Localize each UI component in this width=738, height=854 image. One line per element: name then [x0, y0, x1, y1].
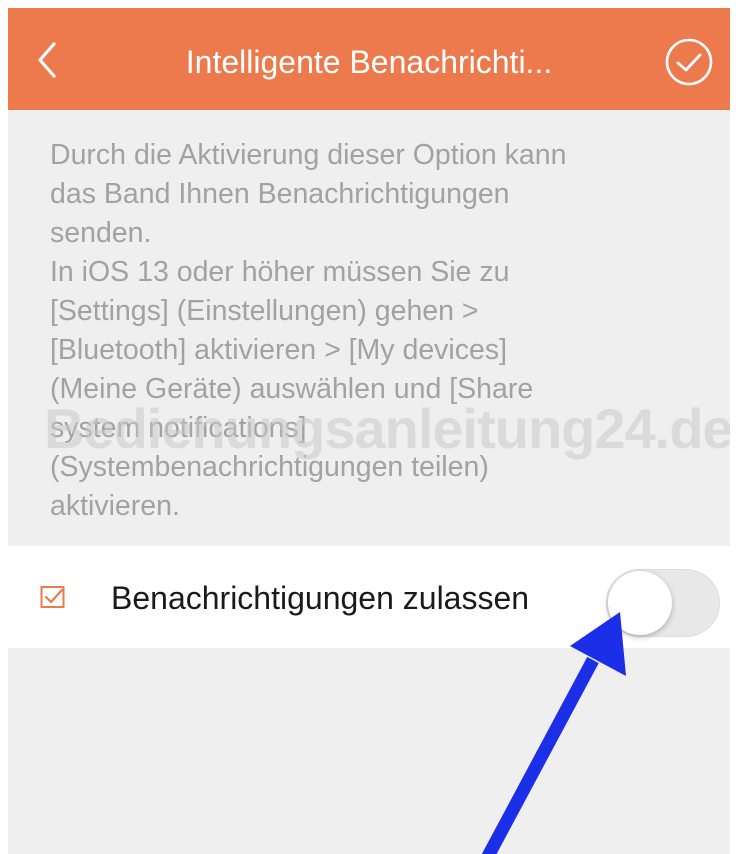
- notifications-toggle[interactable]: [606, 569, 720, 637]
- description-text: Durch die Aktivierung dieser Option kann…: [50, 136, 710, 526]
- description-line: [Bluetooth] aktivieren > [My devices]: [50, 334, 508, 366]
- checkbox-icon: [40, 586, 65, 608]
- back-button[interactable]: [28, 38, 68, 82]
- watermark: Bedienungsanleitung24.de: [44, 397, 730, 460]
- description-line: Durch die Aktivierung dieser Option kann: [50, 139, 567, 171]
- navigation-bar: Intelligente Benachrichti...: [8, 8, 730, 110]
- check-circle-icon: [665, 38, 713, 86]
- description-line: das Band Ihnen Benachrichtigungen: [50, 178, 510, 210]
- page-title: Intelligente Benachrichti...: [185, 44, 553, 80]
- description-line: In iOS 13 oder höher müssen Sie zu: [50, 256, 510, 288]
- description-line: aktivieren.: [50, 490, 180, 522]
- chevron-left-icon: [38, 42, 56, 78]
- setting-row-notifications: Benachrichtigungen zulassen: [8, 546, 730, 648]
- description-line: senden.: [50, 217, 152, 249]
- toggle-knob: [608, 571, 672, 635]
- description-line: [Settings] (Einstellungen) gehen >: [50, 295, 479, 327]
- setting-label: Benachrichtigungen zulassen: [111, 580, 530, 616]
- confirm-button[interactable]: [664, 37, 714, 87]
- app-screen: Intelligente Benachrichti... Durch die A…: [8, 8, 730, 854]
